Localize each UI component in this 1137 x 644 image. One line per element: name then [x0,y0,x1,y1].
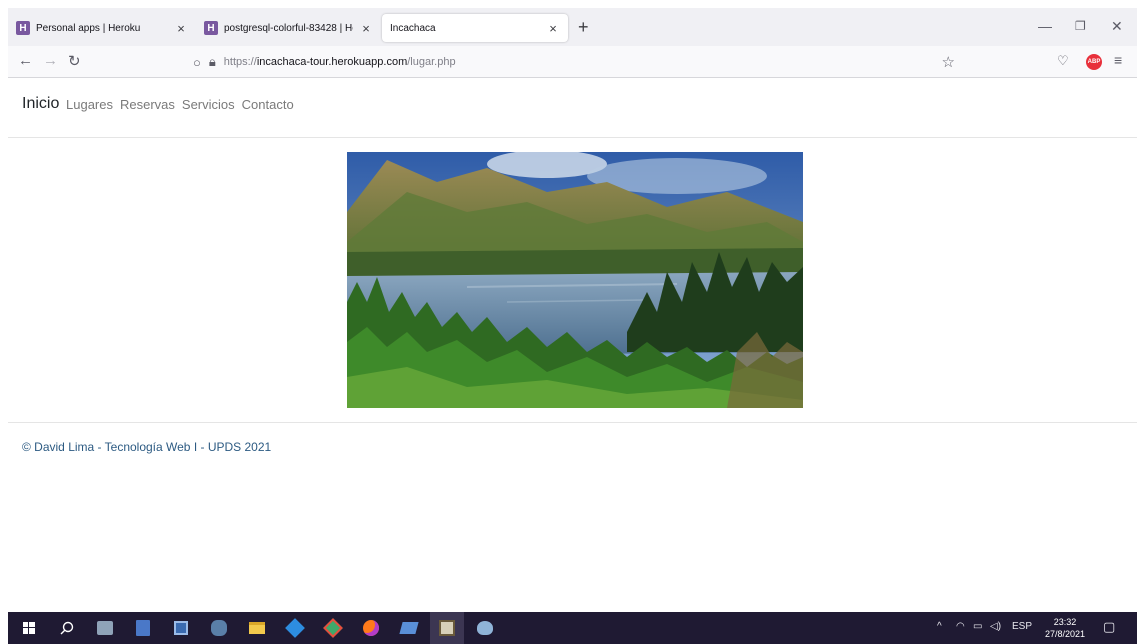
browser-toolbar: ← → ↻ ○ 🔒︎ https:// incachaca-tour.herok… [8,46,1137,78]
app-icon-10[interactable] [392,612,426,644]
app-icon-1[interactable] [88,612,122,644]
tab-postgresql[interactable]: H postgresql-colorful-83428 | Her × [196,14,381,42]
vscode-icon[interactable] [278,612,312,644]
notification-icon[interactable]: ▢ [1103,619,1115,635]
heroku-icon: H [16,21,30,35]
pocket-icon[interactable]: ♡ [1057,53,1069,69]
close-icon[interactable]: × [359,21,373,36]
reload-icon[interactable]: ↻ [68,52,81,70]
app-icon-3[interactable] [164,612,198,644]
windows-start-icon[interactable] [12,612,46,644]
minimize-icon[interactable]: — [1038,18,1052,34]
lock-icon[interactable]: 🔒︎ [209,54,216,70]
menu-icon[interactable]: ≡ [1114,52,1122,68]
paint-icon[interactable] [468,612,502,644]
brand-link[interactable]: Inicio [22,95,59,113]
clock[interactable]: 23:32 27/8/2021 [1043,616,1087,640]
nav-link-servicios[interactable]: Servicios [182,97,235,112]
nav-link-contacto[interactable]: Contacto [242,97,294,112]
web-page: Inicio Lugares Reservas Servicios Contac… [8,79,1137,612]
file-explorer-icon[interactable] [240,612,274,644]
volume-icon[interactable]: ◁) [990,621,1001,632]
adblock-icon[interactable]: ABP [1086,54,1102,70]
footer-divider [8,422,1137,423]
nav-link-lugares[interactable]: Lugares [66,97,113,112]
tray-chevron-icon[interactable]: ^ [937,621,942,632]
postgresql-icon[interactable] [202,612,236,644]
tab-label: Personal apps | Heroku [36,22,141,34]
new-tab-button[interactable]: + [578,17,589,38]
tab-label: Incachaca [390,22,436,34]
app-icon-8[interactable] [316,612,350,644]
heroku-icon: H [204,21,218,35]
save-floppy-icon[interactable] [126,612,160,644]
tab-label: postgresql-colorful-83428 | Her [224,22,353,34]
language-indicator[interactable]: ESP [1012,621,1032,632]
window-close-icon[interactable]: ✕ [1111,18,1123,35]
hero-image [347,152,803,408]
firefox-icon[interactable] [354,612,388,644]
close-icon[interactable]: × [546,21,560,36]
lake-mountain-landscape [347,152,803,408]
url-bar[interactable]: ○ 🔒︎ https:// incachaca-tour.herokuapp.c… [193,50,963,74]
nav-link-reservas[interactable]: Reservas [120,97,175,112]
nav-links: Lugares Reservas Servicios Contacto [66,97,301,112]
search-icon[interactable] [50,612,84,644]
taskbar: ^ ◠ ▭ ◁) ESP 23:32 27/8/2021 ▢ [8,612,1137,644]
clock-time: 23:32 [1053,617,1077,627]
app-icon-11[interactable] [430,612,464,644]
close-icon[interactable]: × [174,21,188,36]
footer-text: © David Lima - Tecnología Web I - UPDS 2… [22,440,272,454]
url-path: /lugar.php [407,56,456,68]
battery-icon[interactable]: ▭ [973,621,982,632]
restore-icon[interactable]: ❐ [1075,19,1086,33]
wifi-icon[interactable]: ◠ [956,621,965,632]
tab-strip: H Personal apps | Heroku × H postgresql-… [8,8,1137,46]
forward-icon[interactable]: → [43,52,58,69]
shield-icon[interactable]: ○ [193,55,201,70]
url-host: incachaca-tour.herokuapp.com [256,56,408,68]
site-navbar: Inicio Lugares Reservas Servicios Contac… [8,79,1137,138]
back-icon[interactable]: ← [18,52,33,69]
tab-personal-apps[interactable]: H Personal apps | Heroku × [8,14,196,42]
bookmark-star-icon[interactable]: ☆ [942,53,955,71]
clock-date: 27/8/2021 [1044,629,1086,639]
tab-incachaca[interactable]: Incachaca × [382,14,568,42]
url-scheme: https:// [223,56,257,68]
